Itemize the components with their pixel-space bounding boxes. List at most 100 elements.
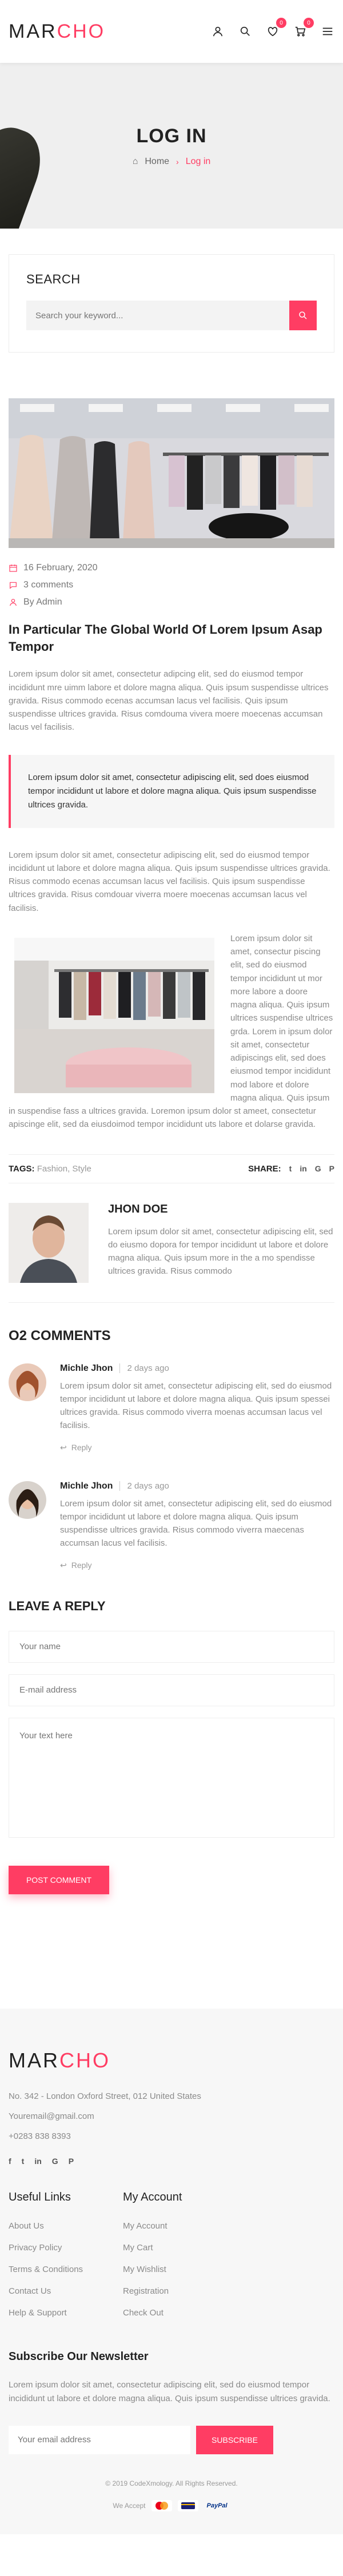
footer-phone[interactable]: +0283 838 8393	[9, 2126, 334, 2146]
google-icon[interactable]: G	[315, 1164, 321, 1173]
card-icon	[177, 2499, 198, 2511]
reply-icon: ↩	[60, 1560, 67, 1570]
commenter-avatar	[9, 1363, 46, 1401]
commenter-avatar	[9, 1481, 46, 1519]
tags-label: TAGS:	[9, 1163, 35, 1174]
home-icon: ⌂	[132, 156, 138, 166]
footer-link[interactable]: My Cart	[123, 2243, 237, 2253]
post-tags-share: TAGS: Fashion, Style SHARE: t in G P	[9, 1154, 334, 1183]
name-field[interactable]	[9, 1630, 334, 1663]
pinterest-icon[interactable]: P	[329, 1164, 334, 1173]
search-button[interactable]	[289, 301, 317, 330]
footer-link[interactable]: Terms & Conditions	[9, 2265, 123, 2274]
newsletter-text: Lorem ipsum dolor sit amet, consectetur …	[9, 2380, 330, 2403]
footer-link[interactable]: About Us	[9, 2221, 123, 2231]
page-banner: LOG IN ⌂ Home › Log in	[0, 63, 343, 229]
cart-icon[interactable]: 0	[293, 18, 314, 38]
reply-link[interactable]: ↩ Reply	[60, 1443, 334, 1453]
logo[interactable]: MARCHO	[9, 21, 105, 43]
we-accept-label: We Accept	[113, 2501, 146, 2510]
commenter-name: Michle Jhon	[60, 1481, 113, 1491]
post-quote: Lorem ipsum dolor sit amet, consectetur …	[9, 754, 334, 828]
footer-logo-main: MAR	[9, 2048, 59, 2072]
twitter-icon[interactable]: t	[289, 1164, 292, 1173]
footer-address: No. 342 - London Oxford Street, 012 Unit…	[9, 2091, 201, 2101]
heart-icon[interactable]: 0	[266, 18, 286, 38]
footer-logo-accent: CHO	[59, 2048, 110, 2072]
linkedin-icon[interactable]: in	[300, 1164, 306, 1173]
footer-logo[interactable]: MARCHO	[9, 2049, 334, 2073]
post-comments-text: 3 comments	[23, 580, 74, 590]
search-widget: SEARCH	[9, 254, 334, 353]
subscribe-button[interactable]: SUBSCRIBE	[196, 2425, 273, 2454]
pinterest-icon[interactable]: P	[69, 2157, 74, 2166]
comment-text: Lorem ipsum dolor sit amet, consectetur …	[60, 1381, 332, 1431]
useful-links-column: Useful Links About Us Privacy Policy Ter…	[9, 2191, 123, 2330]
breadcrumb-home[interactable]: Home	[145, 157, 169, 167]
comment-item: Michle Jhon 2 days ago Lorem ipsum dolor …	[9, 1363, 334, 1453]
footer-contact: No. 342 - London Oxford Street, 012 Unit…	[9, 2086, 334, 2147]
linkedin-icon[interactable]: in	[34, 2157, 41, 2166]
comment-text: Lorem ipsum dolor sit amet, consectetur …	[60, 1498, 332, 1549]
search-input[interactable]	[26, 301, 289, 330]
reply-link[interactable]: ↩ Reply	[60, 1561, 334, 1570]
breadcrumb: ⌂ Home › Log in	[133, 157, 211, 167]
breadcrumb-separator-icon: ›	[176, 157, 179, 166]
mastercard-icon	[151, 2499, 172, 2511]
post-author[interactable]: By Admin	[9, 597, 334, 607]
site-footer: MARCHO No. 342 - London Oxford Street, 0…	[0, 2008, 343, 2534]
footer-email[interactable]: Youremail@gmail.com	[9, 2106, 334, 2126]
tags-list[interactable]: Fashion, Style	[37, 1164, 91, 1174]
breadcrumb-current: Log in	[185, 156, 211, 166]
share-links: SHARE: t in G P	[248, 1164, 334, 1174]
author-name: JHON DOE	[108, 1202, 168, 1215]
footer-link[interactable]: Privacy Policy	[9, 2243, 123, 2253]
facebook-icon[interactable]: f	[9, 2157, 11, 2166]
twitter-icon[interactable]: t	[22, 2157, 25, 2166]
cart-count-badge: 0	[304, 18, 314, 28]
search-icon[interactable]	[238, 25, 252, 38]
payment-methods: We Accept PayPal	[9, 2499, 334, 2511]
footer-link[interactable]: My Wishlist	[123, 2265, 237, 2274]
comment-icon	[10, 582, 17, 589]
header-icons: 0 0	[211, 18, 334, 38]
post-paragraph-1: Lorem ipsum dolor sit amet, consectetur …	[9, 669, 329, 733]
banner-decoration	[0, 117, 51, 229]
menu-icon[interactable]	[321, 25, 334, 38]
post-date: 16 February, 2020	[9, 563, 334, 573]
post-featured-image	[9, 398, 334, 548]
footer-link[interactable]: Registration	[123, 2286, 237, 2296]
post-comment-button[interactable]: POST COMMENT	[9, 1865, 109, 1894]
reply-form-title: LEAVE A REPLY	[9, 1598, 106, 1613]
footer-link[interactable]: Contact Us	[9, 2286, 123, 2296]
post-inline-image	[14, 937, 214, 1093]
author-box: JHON DOE Lorem ipsum dolor sit amet, con…	[9, 1202, 334, 1303]
search-widget-title: SEARCH	[26, 272, 81, 286]
calendar-icon	[9, 565, 17, 572]
comment-textarea[interactable]	[9, 1717, 334, 1838]
footer-link[interactable]: My Account	[123, 2221, 237, 2231]
footer-social: f t in G P	[9, 2157, 334, 2166]
commenter-name: Michle Jhon	[60, 1363, 113, 1373]
comments-title: O2 COMMENTS	[9, 1327, 111, 1343]
author-avatar	[9, 1202, 89, 1283]
post-meta: 16 February, 2020 3 comments By Admin	[9, 563, 334, 607]
user-icon	[10, 599, 17, 606]
footer-link[interactable]: Check Out	[123, 2308, 237, 2318]
email-field[interactable]	[9, 1674, 334, 1706]
newsletter-email-input[interactable]	[9, 2425, 190, 2454]
reply-label: Reply	[71, 1561, 92, 1570]
comment-item: Michle Jhon 2 days ago Lorem ipsum dolor …	[9, 1481, 334, 1570]
google-icon[interactable]: G	[52, 2157, 58, 2166]
post-date-text: 16 February, 2020	[23, 563, 98, 573]
footer-link[interactable]: Help & Support	[9, 2308, 123, 2318]
post-title: In Particular The Global World Of Lorem …	[9, 622, 322, 654]
logo-accent: CHO	[57, 20, 106, 42]
user-icon[interactable]	[211, 25, 225, 38]
post-comments-count[interactable]: 3 comments	[9, 580, 334, 590]
main-content: SEARCH 16 February, 2020 3 comments By A…	[0, 254, 343, 1894]
site-header: MARCHO 0 0	[0, 0, 343, 63]
author-bio: Lorem ipsum dolor sit amet, consectetur …	[108, 1226, 333, 1277]
share-label: SHARE:	[248, 1163, 281, 1174]
newsletter-form: SUBSCRIBE	[9, 2425, 334, 2454]
